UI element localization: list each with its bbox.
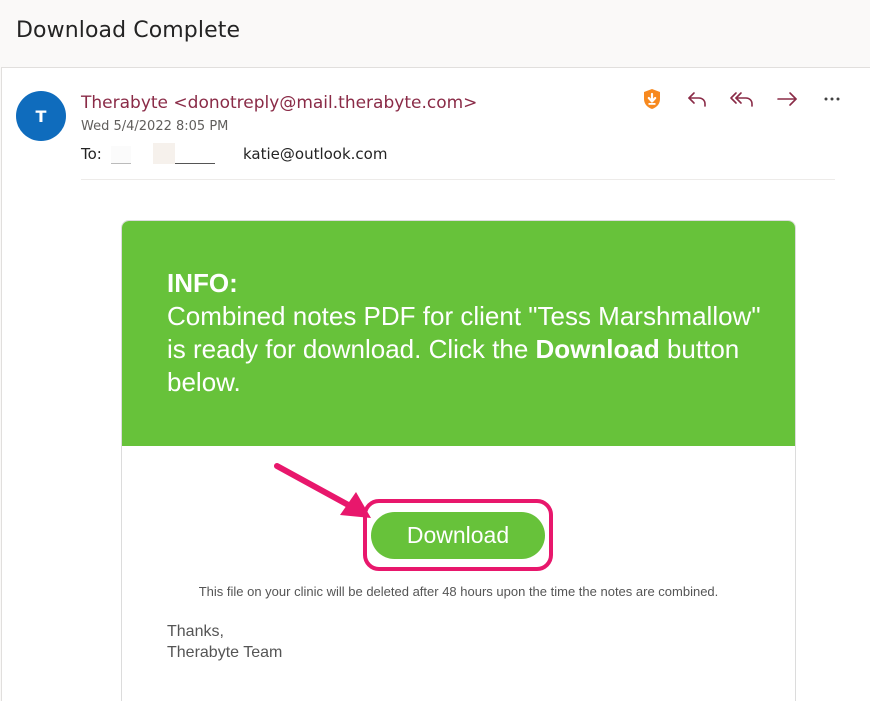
signoff: Thanks, (167, 623, 224, 640)
more-icon[interactable] (818, 86, 846, 112)
sender-avatar[interactable]: T (16, 91, 66, 141)
signature-block: Thanks, Therabyte Team (167, 621, 282, 663)
info-bold: Download (535, 334, 660, 364)
download-button[interactable]: Download (371, 512, 545, 559)
subject-bar: Download Complete (0, 0, 870, 67)
sender-name[interactable]: Therabyte <donotreply@mail.therabyte.com… (81, 93, 477, 113)
deletion-note: This file on your clinic will be deleted… (198, 584, 719, 599)
outlook-message-view: Download Complete T Therabyte <donotrepl… (0, 0, 870, 701)
recipient-address[interactable]: katie@outlook.com (243, 145, 387, 163)
redacted-recipient (111, 146, 131, 164)
redacted-recipient (153, 143, 175, 164)
signature: Therabyte Team (167, 644, 283, 661)
reply-all-icon[interactable] (728, 86, 756, 112)
info-banner: INFO: Combined notes PDF for client "Tes… (122, 221, 795, 446)
shield-icon[interactable] (638, 86, 666, 112)
reply-icon[interactable] (683, 86, 711, 112)
header-divider (81, 179, 835, 180)
info-heading: INFO: (167, 268, 238, 298)
info-text: INFO: Combined notes PDF for client "Tes… (167, 267, 767, 399)
email-subject: Download Complete (16, 18, 241, 43)
forward-icon[interactable] (773, 86, 801, 112)
redacted-recipient (175, 146, 215, 164)
sent-date: Wed 5/4/2022 8:05 PM (81, 119, 229, 134)
to-label: To: (81, 145, 102, 163)
